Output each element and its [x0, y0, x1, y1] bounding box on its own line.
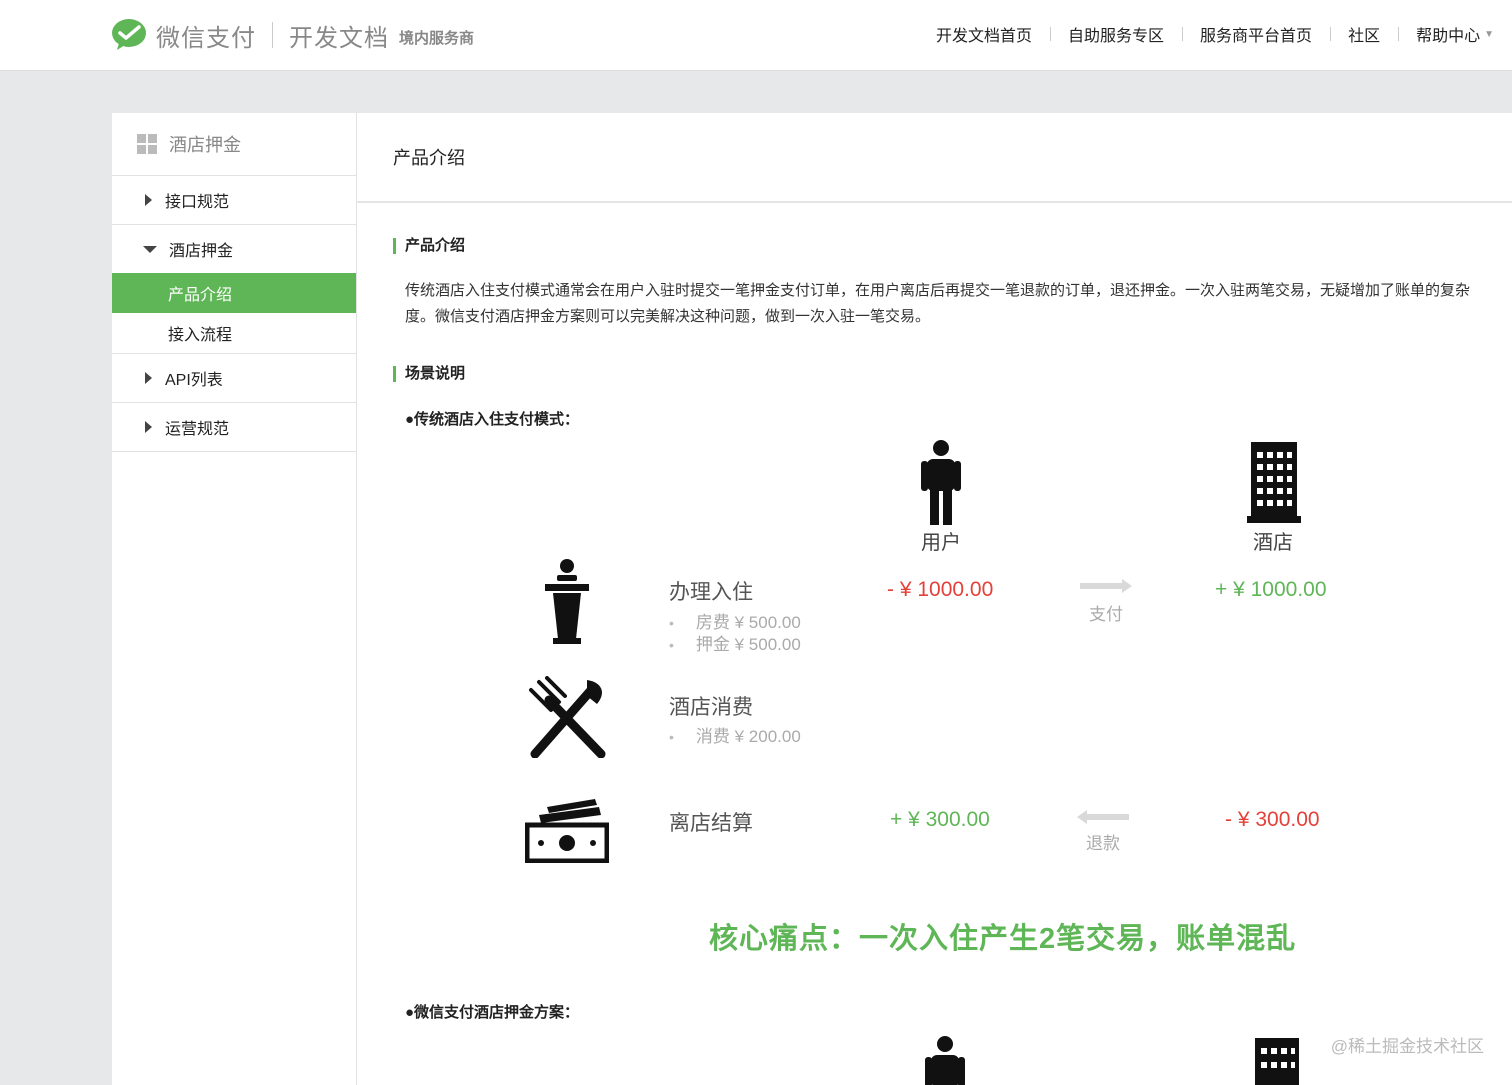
nav-community[interactable]: 社区 [1330, 22, 1398, 46]
caret-right-icon [145, 421, 152, 433]
docs-title: 开发文档 [289, 24, 389, 52]
section-heading-scenario: 场景说明 [393, 366, 465, 382]
checkout-hotel-amount: - ¥ 300.00 [1225, 808, 1320, 831]
page-title: 产品介绍 [357, 113, 1512, 203]
arrow-right-icon [1080, 579, 1132, 593]
cash-money-icon [525, 799, 609, 863]
sidebar-subitem-product-intro[interactable]: 产品介绍 [112, 273, 356, 313]
arrow-left-icon [1077, 810, 1129, 824]
sidebar-item-label: 运营规范 [165, 421, 230, 438]
reception-desk-icon [545, 559, 589, 644]
intro-paragraph: 传统酒店入住支付模式通常会在用户入驻时提交一笔押金支付订单，在用户离店后再提交一… [405, 282, 1471, 325]
user-person-icon [921, 440, 961, 525]
bullet-dot-icon: • [669, 729, 674, 745]
fork-knife-icon [529, 676, 606, 758]
sidebar-group-hotel-deposit: 酒店押金 产品介绍 接入流程 [112, 225, 356, 354]
row-consume-title: 酒店消费 [669, 696, 753, 719]
checkin-user-amount: - ¥ 1000.00 [887, 578, 994, 601]
caret-right-icon [145, 372, 152, 384]
nav-self-service[interactable]: 自助服务专区 [1050, 22, 1182, 46]
hotel-building-icon [1255, 1038, 1299, 1085]
main-content: 产品介绍 产品介绍 传统酒店入住支付模式通常会在用户入驻时提交一笔押金支付订单，… [357, 113, 1512, 1085]
sidebar-item-api-list[interactable]: API列表 [112, 354, 356, 403]
nav-platform-home[interactable]: 服务商平台首页 [1182, 22, 1330, 46]
deposit-text: 押金 ¥ 500.00 [695, 635, 801, 654]
nav-help-center[interactable]: 帮助中心 ▼ [1398, 22, 1512, 46]
user-column-label: 用户 [921, 532, 961, 554]
pain-point-text: 核心痛点：一次入住产生2笔交易，账单混乱 [709, 923, 1297, 955]
sidebar-item-label: API列表 [165, 372, 223, 389]
caret-down-icon [143, 245, 157, 253]
user-person-icon [925, 1036, 965, 1085]
docs-subtitle: 境内服务商 [399, 29, 475, 47]
row-checkout-title: 离店结算 [669, 812, 753, 835]
row-checkin-title: 办理入住 [669, 581, 753, 604]
sidebar-item-label: 酒店押金 [169, 243, 234, 260]
site-logo[interactable]: 微信支付 开发文档 境内服务商 [110, 16, 474, 54]
sidebar-title: 酒店押金 [169, 135, 241, 155]
checkout-user-amount: + ¥ 300.00 [890, 808, 990, 831]
caret-right-icon [145, 194, 152, 206]
bullet-dot-icon: • [669, 615, 674, 631]
sidebar-item-label: 接口规范 [165, 194, 230, 211]
row-checkin-subline: • 押金 ¥ 500.00 [669, 630, 801, 655]
nav-docs-home[interactable]: 开发文档首页 [918, 22, 1050, 46]
chevron-down-icon: ▼ [1484, 28, 1494, 40]
bullet-heading-traditional: ●传统酒店入住支付模式： [405, 411, 580, 428]
logo-divider [272, 22, 273, 48]
watermark: @稀土掘金技术社区 [1330, 1037, 1484, 1056]
wechat-pay-logo-icon [112, 19, 146, 50]
grid-icon [137, 134, 157, 154]
nav-help-label: 帮助中心 [1416, 28, 1481, 45]
row-consume-subline: • 消费 ¥ 200.00 [669, 722, 801, 747]
sidebar-item-ops-spec[interactable]: 运营规范 [112, 403, 356, 452]
hotel-building-icon [1247, 442, 1301, 523]
refund-arrow-label: 退款 [1086, 834, 1120, 853]
sidebar: 酒店押金 接口规范 酒店押金 产品介绍 接入流程 API列表 运营规范 [112, 113, 357, 1085]
brand-name: 微信支付 [156, 24, 256, 52]
consume-fee-text: 消费 ¥ 200.00 [695, 727, 801, 746]
checkin-hotel-amount: + ¥ 1000.00 [1215, 578, 1327, 601]
section-heading-intro: 产品介绍 [393, 238, 465, 254]
top-header: 微信支付 开发文档 境内服务商 开发文档首页 自助服务专区 服务商平台首页 社区… [0, 0, 1512, 71]
bullet-heading-wechat: ●微信支付酒店押金方案： [405, 1004, 580, 1021]
sidebar-subitem-access-flow[interactable]: 接入流程 [112, 313, 356, 353]
sidebar-item-interface-spec[interactable]: 接口规范 [112, 176, 356, 225]
bullet-dot-icon: • [669, 637, 674, 653]
hotel-column-label: 酒店 [1253, 532, 1293, 554]
sidebar-header: 酒店押金 [112, 113, 356, 176]
top-nav: 开发文档首页 自助服务专区 服务商平台首页 社区 帮助中心 ▼ [918, 22, 1512, 46]
pay-arrow-label: 支付 [1089, 605, 1123, 624]
sidebar-item-hotel-deposit[interactable]: 酒店押金 [112, 225, 356, 273]
